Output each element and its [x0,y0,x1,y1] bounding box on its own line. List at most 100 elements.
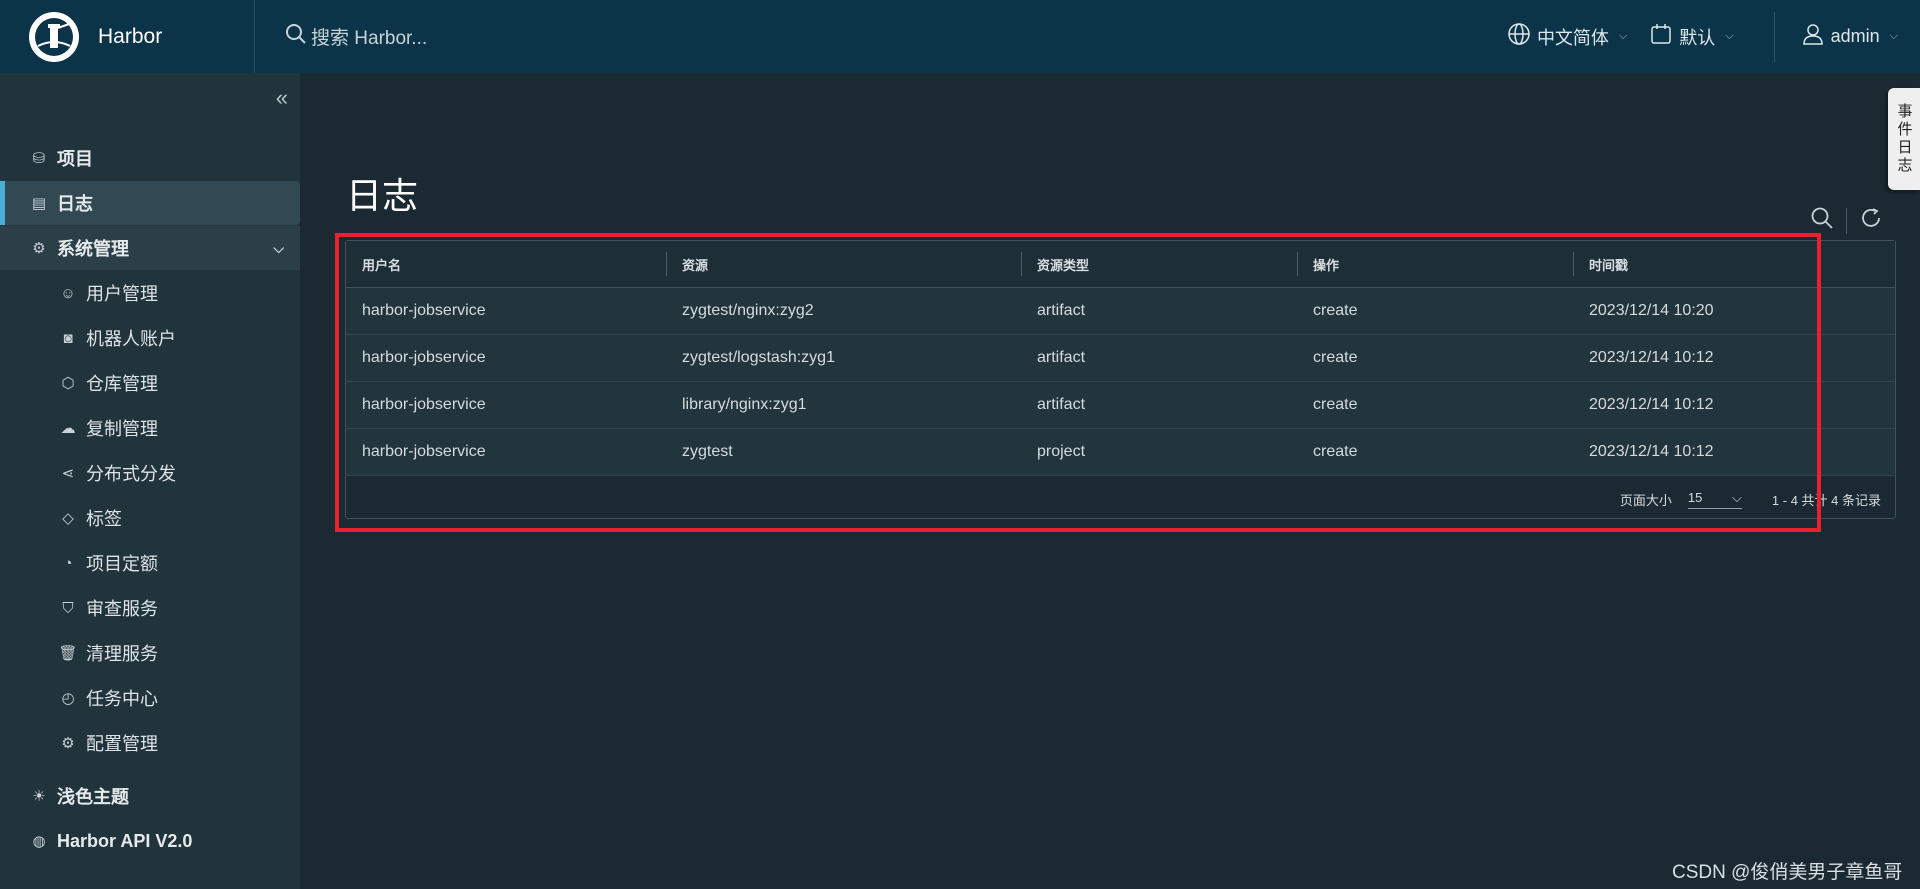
sidebar-item-label: 项目 [57,149,93,169]
sidebar-item-api-explorer[interactable]: ◍ Harbor API V2.0 [0,819,300,863]
sidebar-item-distributions[interactable]: ⋖ 分布式分发 [0,451,300,495]
sidebar-item-replications[interactable]: ☁ 复制管理 [0,406,300,450]
sidebar-item-clean-up[interactable]: 🗑 清理服务 [0,631,300,675]
chevron-down-icon: ⌵ [1889,30,1898,42]
datetime-format-selector[interactable]: 默认 ⌵ [1649,22,1734,51]
sidebar-item-interrogation-services[interactable]: ⛉ 审查服务 [0,586,300,630]
brand[interactable]: Harbor [0,0,255,73]
sidebar-item-users[interactable]: ☺ 用户管理 [0,271,300,315]
cell-operation: create [1313,349,1358,366]
robot-icon: ◙ [63,329,73,347]
cell-username: harbor-jobservice [362,349,486,366]
chevron-down-icon: ⌵ [1732,489,1742,505]
cell-resource-type: artifact [1037,349,1086,366]
cell-timestamp: 2023/12/14 10:20 [1589,302,1714,319]
sidebar-item-label: 浅色主题 [57,787,129,807]
log-icon: ▤ [31,195,47,212]
sidebar-item-project-quotas[interactable]: ◔ 项目定额 [0,541,300,585]
sidebar-item-registries[interactable]: ⬡ 仓库管理 [0,361,300,405]
column-header-resource[interactable]: 资源 [666,241,1021,287]
sidebar-item-label: 机器人账户 [86,329,176,349]
chevron-down-icon: ⌵ [273,239,284,256]
top-header: Harbor 搜索 Harbor... 中文简体 ⌵ 默认 ⌵ admin ⌵ [0,0,1920,73]
cell-timestamp: 2023/12/14 10:12 [1589,443,1714,460]
sidebar: « ⛁ 项目 ▤ 日志 ⚙ 系统管理 ⌵ ☺ 用户管理 ◙ 机器人账户 ⬡ 仓库… [0,73,300,889]
chevron-down-icon: ⌵ [1618,30,1628,42]
collapse-sidebar-icon[interactable]: « [276,85,288,111]
sidebar-item-robot-accounts[interactable]: ◙ 机器人账户 [0,316,300,360]
cell-resource: zygtest/logstash:zyg1 [682,349,835,366]
sidebar-item-light-theme[interactable]: ☀ 浅色主题 [0,774,300,818]
record-count: 1 - 4 共计 4 条记录 [1771,492,1881,508]
trash-icon: 🗑 [58,645,78,662]
project-icon: ⛁ [32,150,46,167]
table-row[interactable]: harbor-jobservice zygtest/nginx:zyg2 art… [346,288,1895,335]
dashboard-icon: ◴ [61,690,75,707]
column-header-timestamp[interactable]: 时间戳 [1573,241,1895,287]
table-row[interactable]: harbor-jobservice zygtest/logstash:zyg1 … [346,335,1895,382]
page-size-select[interactable]: 15 ⌵ [1687,489,1742,509]
sidebar-item-logs[interactable]: ▤ 日志 [0,181,300,225]
user-menu[interactable]: admin ⌵ [1801,22,1898,51]
table-row[interactable]: harbor-jobservice library/nginx:zyg1 art… [346,382,1895,429]
table-footer: 页面大小 15 ⌵ 1 - 4 共计 4 条记录 [346,476,1895,522]
column-header-operation[interactable]: 操作 [1297,241,1573,287]
search-icon[interactable] [1810,206,1834,236]
page-size-label: 页面大小 [1619,492,1672,508]
user-icon [1801,22,1825,51]
cell-username: harbor-jobservice [362,396,486,413]
sidebar-item-label: 清理服务 [86,644,158,664]
chevron-down-icon: ⌵ [1725,30,1734,42]
cell-username: harbor-jobservice [362,443,486,460]
language-label: 中文简体 [1536,27,1609,48]
sidebar-item-projects[interactable]: ⛁ 项目 [0,136,300,180]
sidebar-item-label: 审查服务 [86,599,158,619]
sidebar-item-job-service[interactable]: ◴ 任务中心 [0,676,300,720]
datetime-format-label: 默认 [1679,27,1716,48]
page-title: 日志 [346,175,419,217]
table-header: 用户名 资源 资源类型 操作 时间戳 [346,241,1895,288]
api-icon: ◍ [32,833,46,850]
search-input[interactable]: 搜索 Harbor... [311,23,427,50]
cell-timestamp: 2023/12/14 10:12 [1589,349,1714,366]
username: admin [1830,26,1880,46]
cell-resource: library/nginx:zyg1 [682,396,807,413]
search-icon [285,23,307,51]
cell-operation: create [1313,443,1358,460]
page-size-value: 15 [1687,490,1703,505]
cell-resource: zygtest/nginx:zyg2 [682,302,814,319]
share-icon: ⋖ [61,465,75,482]
cell-username: harbor-jobservice [362,302,486,319]
sidebar-item-configuration[interactable]: ⚙ 配置管理 [0,721,300,765]
global-search[interactable]: 搜索 Harbor... [285,23,427,51]
quota-icon: ◔ [63,554,73,572]
event-log-tab[interactable]: 事件日志 [1888,88,1920,190]
replication-icon: ☁ [60,420,76,437]
cell-resource-type: project [1037,443,1086,460]
registry-icon: ⬡ [61,375,75,392]
audit-log-table: 用户名 资源 资源类型 操作 时间戳 harbor-jobservice zyg… [345,240,1896,519]
gear-icon: ⚙ [61,735,75,752]
column-header-username[interactable]: 用户名 [346,241,666,287]
column-header-resource-type[interactable]: 资源类型 [1021,241,1297,287]
table-row[interactable]: harbor-jobservice zygtest project create… [346,429,1895,476]
calendar-icon [1649,22,1673,51]
sidebar-item-system-admin[interactable]: ⚙ 系统管理 ⌵ [0,226,300,270]
sidebar-item-labels[interactable]: ◇ 标签 [0,496,300,540]
toolbar-divider [1846,208,1847,234]
sidebar-item-label: Harbor API V2.0 [57,830,193,851]
cell-resource-type: artifact [1037,396,1086,413]
shield-icon: ⛉ [62,599,74,617]
sidebar-item-label: 标签 [86,509,122,529]
sidebar-item-label: 复制管理 [86,419,158,439]
cell-timestamp: 2023/12/14 10:12 [1589,396,1714,413]
watermark: CSDN @俊俏美男子章鱼哥 [1672,862,1903,883]
sidebar-item-label: 配置管理 [86,734,158,754]
tag-icon: ◇ [62,510,74,527]
header-divider [1773,11,1775,62]
sun-icon: ☀ [32,788,46,805]
sidebar-item-label: 日志 [57,194,93,214]
language-selector[interactable]: 中文简体 ⌵ [1507,22,1627,51]
cell-resource: zygtest [682,443,733,460]
refresh-icon[interactable] [1859,206,1883,236]
